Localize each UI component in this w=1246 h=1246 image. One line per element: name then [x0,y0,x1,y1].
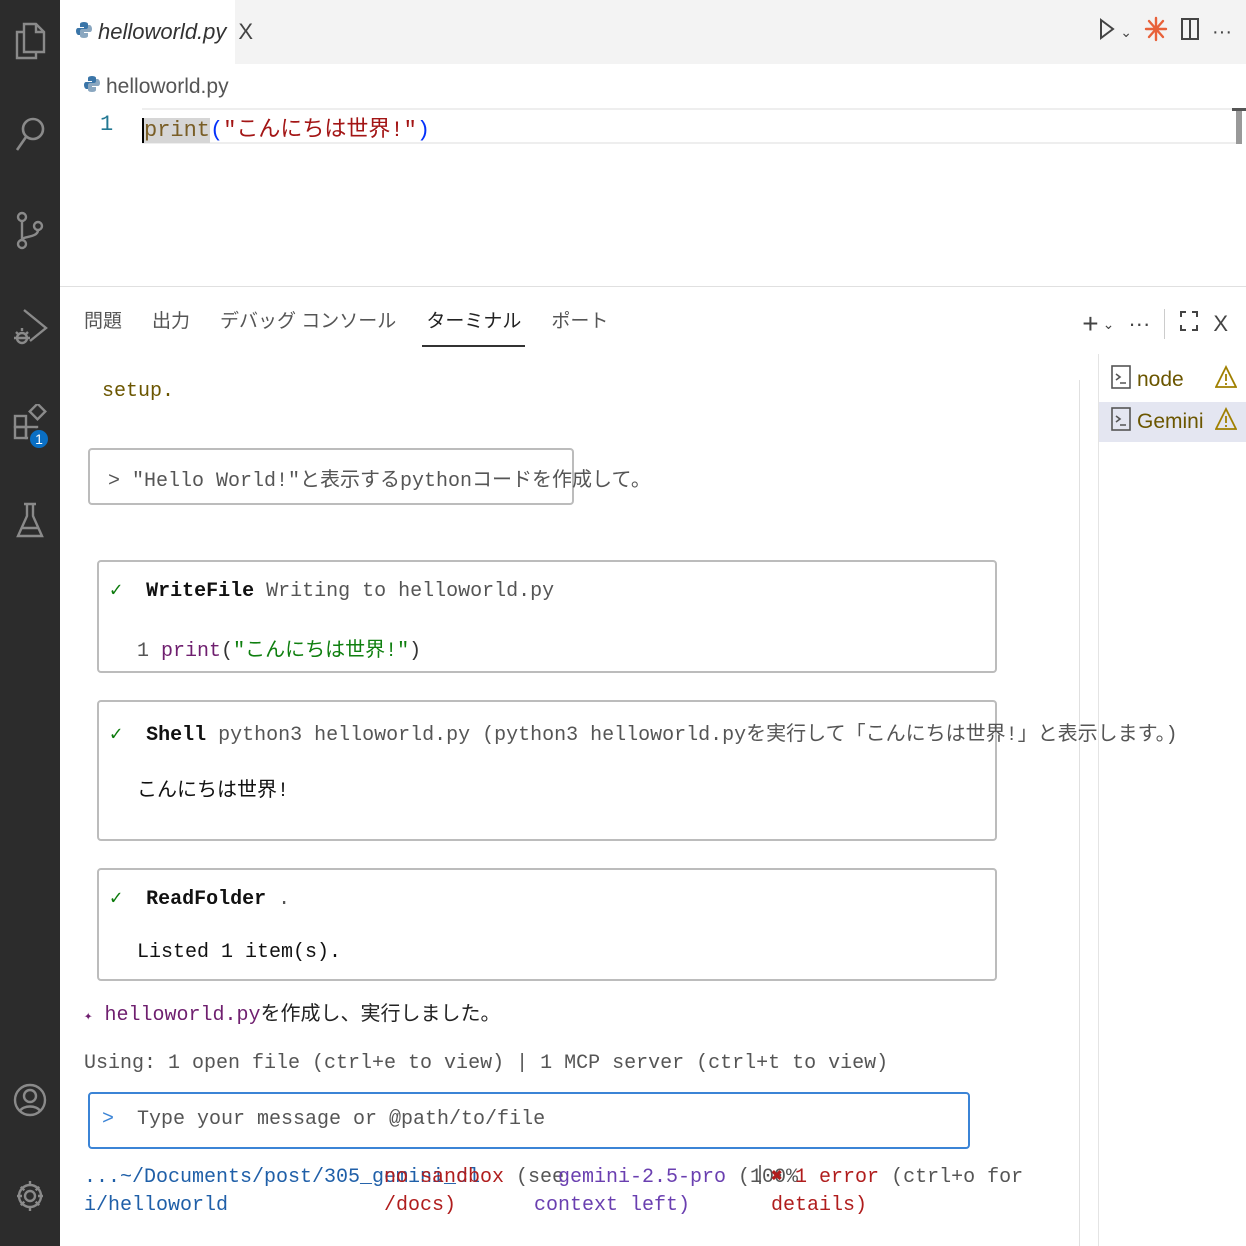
error-icon: ✖ [771,1166,784,1189]
tab-ports[interactable]: ポート [551,307,608,347]
tool-desc: . [278,888,291,911]
tool-desc: Writing to helloworld.py [266,580,555,603]
more-actions-icon[interactable]: ··· [1212,21,1232,44]
tool-call-header: ✓ Shell python3 helloworld.py (python3 h… [110,717,1178,747]
tool-name: WriteFile [146,580,255,603]
python-file-icon [76,21,92,44]
gemini-response: ✦ helloworld.pyを作成し、実行しました。 [84,997,500,1027]
output-fn: print [161,640,222,663]
prompt-echo: > "Hello World!"と表示するpythonコードを作成して。 [108,470,651,493]
new-terminal-icon[interactable]: + [1082,310,1098,338]
run-file-icon[interactable] [1098,17,1116,47]
terminal-setup-line: setup. [102,380,175,403]
tool-name: ReadFolder [146,888,267,911]
more-actions-icon[interactable]: ··· [1128,311,1150,337]
response-marker-icon: ✦ [84,1009,93,1025]
tab-terminal[interactable]: ターミナル [422,307,526,347]
tab-problems[interactable]: 問題 [84,307,122,347]
breadcrumb[interactable]: helloworld.py [84,72,229,102]
response-file: helloworld.py [104,1004,261,1027]
tool-output: Listed 1 item(s). [137,941,342,964]
split-editor-icon[interactable] [1180,16,1200,48]
extensions-badge: 1 [28,428,50,450]
source-control-icon[interactable] [10,208,50,252]
footer-separator: | [754,1164,767,1187]
terminal-name: node [1137,368,1184,391]
code-paren-open: ( [210,118,224,143]
path-line-2: i/helloworld [84,1194,229,1217]
editor-actions: ⌄ ··· [1098,12,1232,52]
breadcrumb-file[interactable]: helloworld.py [106,75,229,99]
tool-call-header: ✓ ReadFolder . [110,885,290,911]
code-line[interactable]: print("こんにちは世界!") [142,111,430,143]
code-function: print [142,118,211,143]
activity-bar: 1 [0,0,60,1246]
terminal-scrollbar[interactable] [1079,380,1080,1246]
account-icon[interactable] [10,1078,50,1122]
divider [1164,309,1166,339]
code-string: "こんにちは世界!" [223,118,417,143]
tab-output[interactable]: 出力 [152,307,190,347]
close-panel-icon[interactable]: X [1213,311,1228,337]
tool-desc: python3 helloworld.py (python3 helloworl… [218,724,1178,747]
output-string: "こんにちは世界!" [233,640,410,663]
tab-debug-console[interactable]: デバッグ コンソール [220,307,396,347]
tool-name: Shell [146,724,207,747]
warning-icon [1214,406,1238,437]
overview-ruler-top [1232,108,1246,111]
settings-gear-icon[interactable] [10,1174,50,1218]
code-paren-close: ) [416,118,431,143]
tab-helloworld-py[interactable]: helloworld.py X [60,0,253,64]
line-number: 1 [100,112,114,137]
maximize-panel-icon[interactable] [1179,310,1199,338]
output-open: ( [221,640,234,663]
chevron-down-icon[interactable]: ⌄ [1120,24,1132,41]
python-file-icon [84,75,100,99]
panel-tabs: 問題 出力 デバッグ コンソール ターミナル ポート [84,307,608,347]
output-line-number: 1 [137,640,150,663]
testing-icon[interactable] [10,498,50,542]
terminal-name: Gemini ... [1137,410,1209,433]
explorer-icon[interactable] [10,18,50,62]
overview-ruler-cursor [1236,108,1242,144]
tool-call-header: ✓ WriteFile Writing to helloworld.py [110,577,554,603]
run-debug-icon[interactable] [10,304,50,348]
context-summary: Using: 1 open file (ctrl+e to view) | 1 … [84,1052,889,1075]
sandbox-status: no sandbox [384,1166,505,1189]
gemini-icon[interactable] [1144,15,1168,49]
error-count: 1 error [783,1166,880,1189]
check-icon: ✓ [110,888,123,911]
warning-icon [1214,364,1238,395]
sandbox-docs: /docs) [384,1194,457,1217]
terminal-icon [1111,365,1131,395]
footer-errors: ✖ 1 error (ctrl+o for details) [771,1164,1023,1220]
chevron-down-icon[interactable]: ⌄ [1103,316,1115,333]
output-close: ) [409,640,422,663]
response-text: を作成し、実行しました。 [260,1004,501,1027]
error-details: details) [771,1194,868,1217]
code-editor[interactable]: 1 print("こんにちは世界!") [60,106,1246,286]
tool-output: 1 print("こんにちは世界!") [137,633,421,663]
error-hint: (ctrl+o for [879,1166,1024,1189]
check-icon: ✓ [110,724,123,747]
panel-actions: + ⌄ ··· X [1082,309,1228,339]
terminal-list: node Gemini ... [1098,354,1246,1246]
check-icon: ✓ [110,580,123,603]
terminal-icon [1111,407,1131,437]
tab-close-button[interactable]: X [238,19,253,45]
tool-output: こんにちは世界! [137,780,290,803]
terminal-item-node[interactable]: node [1099,360,1246,400]
model-name: gemini-2.5-pro [558,1166,727,1189]
editor-tab-bar: helloworld.py X ⌄ ··· [60,0,1246,64]
model-context-b: context left) [534,1194,691,1217]
input-prompt: > [102,1108,115,1131]
tab-label: helloworld.py [98,19,227,44]
search-icon[interactable] [10,112,50,156]
terminal-item-gemini[interactable]: Gemini ... [1099,402,1246,442]
message-input[interactable]: Type your message or @path/to/file [137,1108,545,1131]
